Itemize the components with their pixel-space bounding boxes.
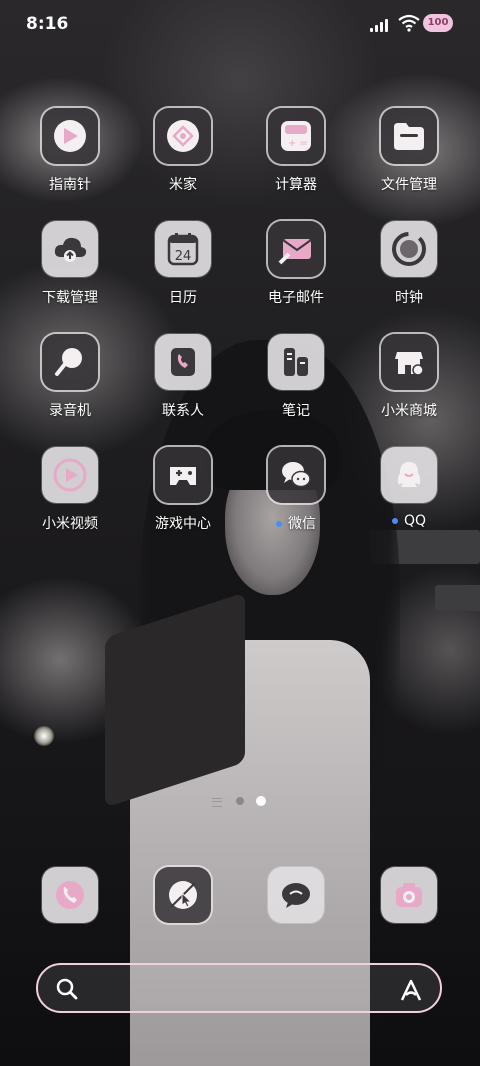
calendar-day: 24 [175, 249, 192, 264]
folder-icon [381, 108, 437, 164]
assistant-icon[interactable] [398, 977, 424, 1003]
app-notes[interactable]: 笔记 [241, 334, 351, 420]
store-icon [381, 334, 437, 390]
app-label: 小米商城 [381, 403, 437, 419]
page-dot [236, 797, 244, 805]
calendar-icon: 24 [155, 221, 211, 277]
clock-icon [381, 221, 437, 277]
app-calendar[interactable]: 24 日历 [128, 221, 238, 307]
app-label: 游戏中心 [155, 516, 211, 532]
app-files[interactable]: 文件管理 [354, 108, 464, 194]
app-clock[interactable]: 时钟 [354, 221, 464, 307]
app-game-center[interactable]: 游戏中心 [128, 447, 238, 533]
app-label: 小米视频 [42, 516, 98, 532]
app-label: QQ [403, 513, 427, 529]
page-dot-active [256, 796, 266, 806]
app-mijia[interactable]: 米家 [128, 108, 238, 194]
contacts-icon [155, 334, 211, 390]
street-lamp [34, 726, 54, 746]
app-label: 米家 [169, 177, 197, 193]
app-download-manager[interactable]: 下载管理 [15, 221, 125, 307]
app-label: 时钟 [395, 290, 423, 306]
cloud-download-icon [42, 221, 98, 277]
phone-icon [42, 867, 98, 923]
app-label: 日历 [169, 290, 197, 306]
app-label: 指南针 [49, 177, 91, 193]
dock-messages[interactable] [241, 867, 351, 923]
app-compass[interactable]: 指南针 [15, 108, 125, 194]
notification-dot [276, 521, 282, 527]
app-email[interactable]: 电子邮件 [241, 221, 351, 307]
battery-indicator: 100 [423, 14, 453, 32]
dock-phone[interactable] [15, 867, 125, 923]
dock-browser[interactable] [128, 867, 238, 923]
page-indicator[interactable] [212, 796, 272, 808]
app-qq[interactable]: QQ [354, 447, 464, 529]
camera-icon [381, 867, 437, 923]
play-icon [42, 447, 98, 503]
wifi-icon [398, 14, 420, 32]
app-label: 联系人 [162, 403, 204, 419]
cellular-signal-icon [370, 18, 394, 32]
message-icon [268, 867, 324, 923]
clock-time: 8:16 [26, 14, 69, 34]
app-label: 电子邮件 [268, 290, 324, 306]
street-sign-small [435, 585, 480, 611]
app-mi-store[interactable]: 小米商城 [354, 334, 464, 420]
status-bar: 8:16 100 [0, 0, 480, 50]
compass-icon [42, 108, 98, 164]
app-label: 计算器 [275, 177, 317, 193]
search-bar[interactable] [36, 963, 442, 1013]
svg-text:+ =: + = [288, 138, 308, 149]
dock-camera[interactable] [354, 867, 464, 923]
search-icon [56, 978, 78, 1000]
app-label: 下载管理 [42, 290, 98, 306]
app-label: 文件管理 [381, 177, 437, 193]
mijia-icon [155, 108, 211, 164]
app-recorder[interactable]: 录音机 [15, 334, 125, 420]
app-mi-video[interactable]: 小米视频 [15, 447, 125, 533]
app-contacts[interactable]: 联系人 [128, 334, 238, 420]
gamepad-icon [155, 447, 211, 503]
app-label: 笔记 [282, 403, 310, 419]
mail-icon [268, 221, 324, 277]
calculator-icon: + = [268, 108, 324, 164]
microphone-icon [42, 334, 98, 390]
qq-icon [381, 447, 437, 503]
app-label: 微信 [288, 516, 316, 532]
app-wechat[interactable]: 微信 [241, 447, 351, 533]
app-label: 录音机 [49, 403, 91, 419]
notes-icon [268, 334, 324, 390]
app-calculator[interactable]: + = 计算器 [241, 108, 351, 194]
browser-icon [155, 867, 211, 923]
wechat-icon [268, 447, 324, 503]
notification-dot [391, 518, 398, 524]
page-list-icon [212, 798, 222, 807]
